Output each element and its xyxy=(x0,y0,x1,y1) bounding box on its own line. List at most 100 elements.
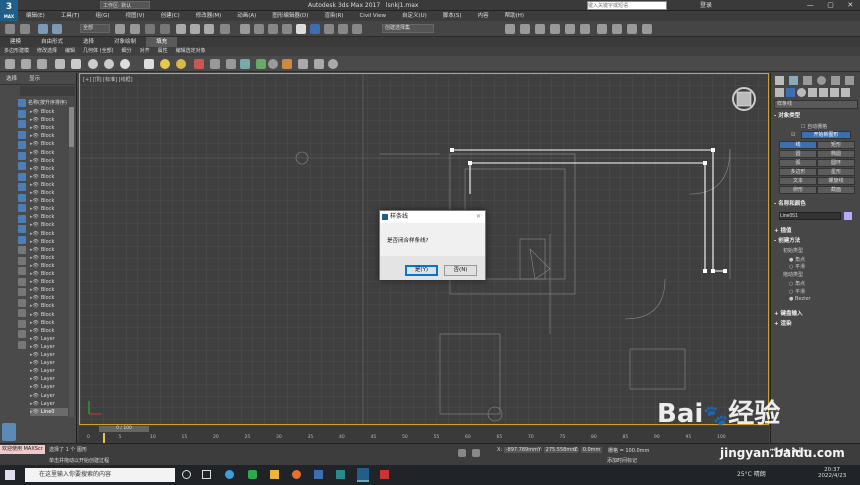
visibility-icon[interactable]: ▸👁 xyxy=(30,247,39,253)
3dsmax-taskbar-icon[interactable] xyxy=(357,468,369,482)
object-type-button[interactable]: 卵形 xyxy=(779,186,817,194)
select-by-name-icon[interactable] xyxy=(130,24,140,34)
start-new-shape-button[interactable]: 开始新图形 xyxy=(801,131,851,139)
taskbar-search[interactable]: 在这里输入你要搜索的内容 xyxy=(25,468,175,482)
render-icon[interactable] xyxy=(642,24,652,34)
force-icon[interactable] xyxy=(210,59,220,69)
scene-row[interactable]: ▸👁 Block xyxy=(30,165,68,173)
scene-row[interactable]: ▸👁 Block xyxy=(30,116,68,124)
keyboard-shortcut-icon[interactable] xyxy=(282,24,292,34)
mirror-icon[interactable] xyxy=(505,24,515,34)
ribbon-tab[interactable]: 填充 xyxy=(146,37,178,47)
app-logo[interactable]: 3 MAX xyxy=(0,0,18,22)
app-icon-3[interactable] xyxy=(336,470,345,479)
particle-icon[interactable] xyxy=(194,59,204,69)
ribbon-tab[interactable]: 选择 xyxy=(73,37,104,47)
isolate-icon[interactable] xyxy=(458,449,466,457)
file-explorer-icon[interactable] xyxy=(270,470,279,479)
ribbon-subtab[interactable]: 属性 xyxy=(154,47,172,56)
scene-row[interactable]: ▸👁 Layer xyxy=(30,392,68,400)
object-type-button[interactable]: 截面 xyxy=(817,186,855,194)
visibility-icon[interactable]: ▸👁 xyxy=(30,239,39,245)
visibility-icon[interactable]: ▸👁 xyxy=(30,295,39,301)
menu-item[interactable]: 视图(V) xyxy=(118,11,153,21)
pivot-icon[interactable] xyxy=(254,24,264,34)
scene-row[interactable]: ▸👁 Block xyxy=(30,149,68,157)
object-color-swatch[interactable] xyxy=(844,212,852,220)
menu-item[interactable]: 内容 xyxy=(470,11,497,21)
render-frame-icon[interactable] xyxy=(627,24,637,34)
scene-row[interactable]: ▸👁 Block xyxy=(30,294,68,302)
drag-bezier-radio[interactable]: ● Bezier xyxy=(789,296,811,302)
app-icon-1[interactable] xyxy=(248,470,257,479)
undo-icon[interactable] xyxy=(5,24,15,34)
scene-row[interactable]: ▸👁 Block xyxy=(30,205,68,213)
lights-icon[interactable] xyxy=(797,88,806,97)
visibility-icon[interactable]: ▸👁 xyxy=(30,222,39,228)
snap-3-icon[interactable] xyxy=(310,24,320,34)
align-icon[interactable] xyxy=(520,24,530,34)
object-type-button[interactable]: 圆环 xyxy=(817,159,855,167)
scene-row[interactable]: ▸👁 Block xyxy=(30,327,68,335)
edge-icon[interactable] xyxy=(225,470,234,479)
scene-row[interactable]: ▸👁 Block xyxy=(30,124,68,132)
spinner-snap-icon[interactable] xyxy=(352,24,362,34)
no-button[interactable]: 否(N) xyxy=(444,265,477,276)
scene-row[interactable]: ▸👁 Block xyxy=(30,311,68,319)
omni-light-icon[interactable] xyxy=(176,59,186,69)
move-icon[interactable] xyxy=(176,24,186,34)
angle-snap-icon[interactable] xyxy=(324,24,334,34)
helper-icon[interactable] xyxy=(240,59,250,69)
drag-corner-radio[interactable]: ○ 角点 xyxy=(789,280,805,287)
teapot-icon[interactable] xyxy=(5,59,15,69)
selection-set-dropdown[interactable]: 创建选择集 xyxy=(382,24,434,33)
helpers-icon[interactable] xyxy=(819,88,828,97)
rollout-interpolation[interactable]: + 插值 xyxy=(774,227,858,235)
scene-row[interactable]: ▸👁 Layer xyxy=(30,335,68,343)
visibility-icon[interactable]: ▸👁 xyxy=(30,166,39,172)
drag-smooth-radio[interactable]: ○ 平滑 xyxy=(789,288,805,295)
menu-item[interactable]: 创建(C) xyxy=(153,11,188,21)
menu-item[interactable]: 自定义(U) xyxy=(394,11,435,21)
menu-item[interactable]: 帮助(H) xyxy=(497,11,532,21)
visibility-icon[interactable]: ▸👁 xyxy=(30,360,39,366)
visibility-icon[interactable]: ▸👁 xyxy=(30,409,39,415)
cone-icon[interactable] xyxy=(71,59,81,69)
scene-row[interactable]: ▸👁 Block xyxy=(30,197,68,205)
object-type-button[interactable]: 线 xyxy=(779,141,817,149)
ribbon-subtab[interactable]: 对齐 xyxy=(136,47,154,56)
scene-row[interactable]: ▸👁 Block xyxy=(30,270,68,278)
grid-icon[interactable] xyxy=(298,59,308,69)
redo-icon[interactable] xyxy=(20,24,30,34)
ribbon-subtab[interactable]: 编辑 xyxy=(61,47,79,56)
visibility-icon[interactable]: ▸👁 xyxy=(30,150,39,156)
weather-widget[interactable]: 25°C 晴朗 xyxy=(737,468,766,482)
time-slider[interactable]: 0 / 100 xyxy=(99,426,149,432)
scene-row[interactable]: ▸👁 Block xyxy=(30,173,68,181)
scene-row[interactable]: ▸👁 Block xyxy=(30,140,68,148)
maximize-icon[interactable]: ▢ xyxy=(827,0,834,11)
visibility-icon[interactable]: ▸👁 xyxy=(30,255,39,261)
scene-row[interactable]: ▸👁 Block xyxy=(30,319,68,327)
clock[interactable]: 20:37 2022/4/23 xyxy=(818,467,846,479)
ribbon-subtab[interactable]: 多边形建模 xyxy=(0,47,33,56)
visibility-icon[interactable]: ▸👁 xyxy=(30,206,39,212)
autogrid-checkbox[interactable]: ☐ 自动栅格 xyxy=(801,123,827,130)
visibility-icon[interactable]: ▸👁 xyxy=(30,174,39,180)
dialog-close-icon[interactable]: ✕ xyxy=(476,211,481,223)
scene-row[interactable]: ▸👁 Line0 xyxy=(30,407,68,416)
visibility-icon[interactable]: ▸👁 xyxy=(30,263,39,269)
visibility-icon[interactable]: ▸👁 xyxy=(30,344,39,350)
curve-editor-icon[interactable] xyxy=(565,24,575,34)
select-manipulate-icon[interactable] xyxy=(268,24,278,34)
visibility-icon[interactable]: ▸👁 xyxy=(30,376,39,382)
object-type-button[interactable]: 文本 xyxy=(779,177,817,185)
geometry-icon[interactable] xyxy=(775,88,784,97)
scene-row[interactable]: ▸👁 Layer xyxy=(30,351,68,359)
ribbon-tab[interactable]: 自由形式 xyxy=(31,37,73,47)
visibility-icon[interactable]: ▸👁 xyxy=(30,393,39,399)
rollout-keyboard-entry[interactable]: + 键盘输入 xyxy=(774,310,858,318)
systems-icon[interactable] xyxy=(841,88,850,97)
visibility-icon[interactable]: ▸👁 xyxy=(30,303,39,309)
viewport-label[interactable]: [+] [顶] [标准] [线框] xyxy=(83,76,133,83)
